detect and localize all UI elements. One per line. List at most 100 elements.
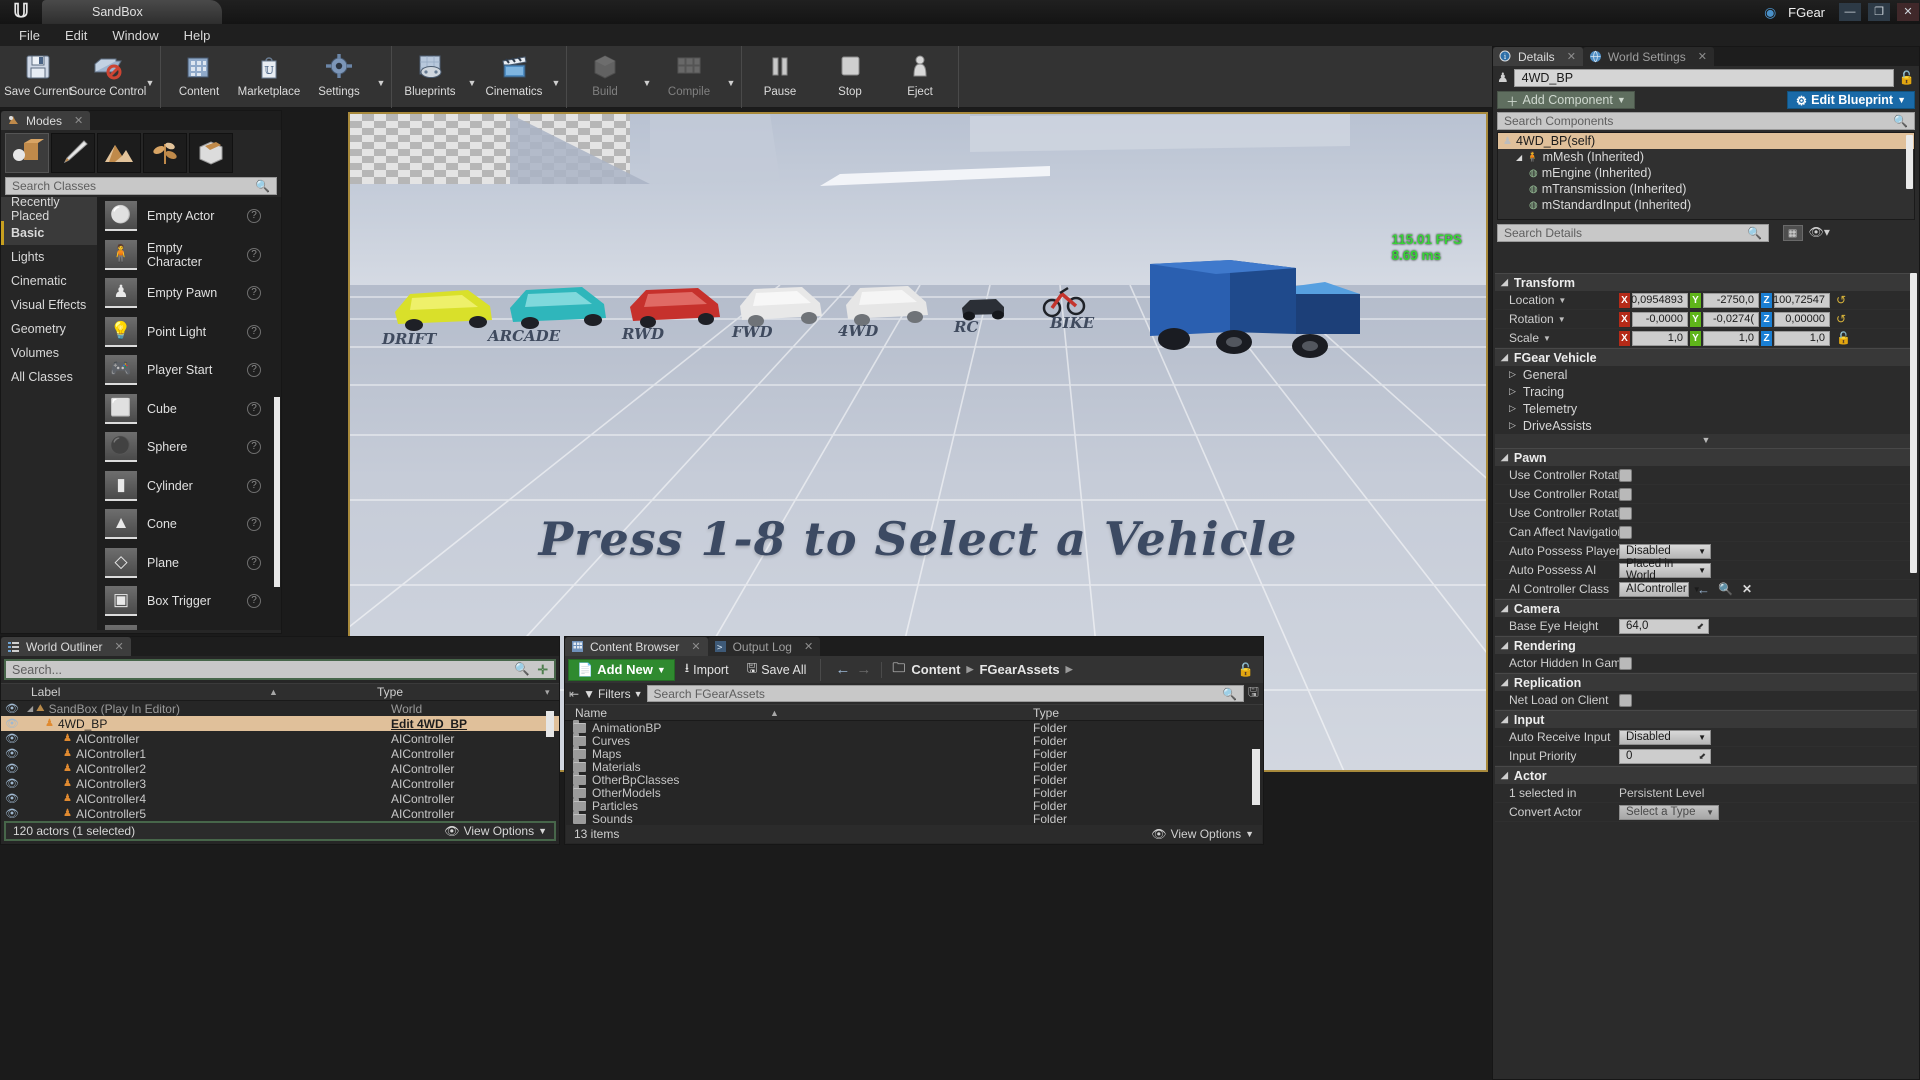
- table-row[interactable]: Sounds Folder: [565, 810, 1263, 826]
- lock-icon[interactable]: 🔓: [1899, 70, 1915, 86]
- placeable-item[interactable]: ⬜ Cube?: [97, 390, 281, 429]
- actor-name-field[interactable]: 4WD_BP: [1513, 69, 1894, 87]
- placeable-item[interactable]: ♟ Empty Pawn?: [97, 274, 281, 313]
- transform-y-field[interactable]: -2750,0: [1703, 292, 1759, 308]
- add-component-button[interactable]: ＋ Add Component ▼: [1497, 91, 1635, 109]
- grid-view-button[interactable]: ▦: [1782, 225, 1803, 241]
- transform-x-field[interactable]: 1,0: [1632, 330, 1688, 346]
- table-row[interactable]: Materials Folder: [565, 758, 1263, 774]
- placeable-item[interactable]: ▲ Cone?: [97, 505, 281, 544]
- tab-content-browser[interactable]: Content Browser ✕: [565, 637, 708, 656]
- pawn-checkbox[interactable]: [1619, 506, 1632, 520]
- input-priority-field[interactable]: 0 ⬋: [1619, 748, 1711, 764]
- placeable-item[interactable]: ⚫ Sphere?: [97, 428, 281, 467]
- help-icon[interactable]: ?: [247, 555, 261, 570]
- place-mode-button[interactable]: [5, 133, 49, 173]
- column-type[interactable]: Type: [377, 685, 545, 699]
- table-row[interactable]: Curves Folder: [565, 732, 1263, 748]
- placeable-item[interactable]: ▮ Cylinder?: [97, 467, 281, 506]
- table-row[interactable]: 👁 ♟ AIController3 AIController: [1, 776, 559, 791]
- column-options-icon[interactable]: ▾: [545, 687, 559, 698]
- close-icon[interactable]: ✕: [74, 114, 83, 127]
- menu-help[interactable]: Help: [173, 26, 222, 45]
- section-replication[interactable]: ◢ Replication: [1495, 673, 1917, 691]
- close-icon[interactable]: ✕: [804, 640, 813, 653]
- settings-dropdown[interactable]: ▼: [374, 78, 388, 88]
- chevron-down-icon[interactable]: ▼: [1558, 296, 1566, 305]
- placeable-item[interactable]: ◇ Plane?: [97, 544, 281, 583]
- close-button[interactable]: ✕: [1897, 3, 1919, 21]
- minimize-button[interactable]: —: [1839, 3, 1861, 21]
- placeable-item[interactable]: 🧍 Empty Character?: [97, 236, 281, 275]
- visibility-toggle-icon[interactable]: 👁: [1, 807, 23, 820]
- table-row[interactable]: 👁 ♟ AIController5 AIController: [1, 806, 559, 821]
- blueprints-button[interactable]: Blueprints: [395, 46, 465, 106]
- filters-button[interactable]: ▼ Filters ▼: [583, 687, 642, 701]
- section-input[interactable]: ◢ Input: [1495, 710, 1917, 728]
- geometry-edit-mode-button[interactable]: [189, 133, 233, 173]
- clear-asset-icon[interactable]: ✕: [1742, 582, 1752, 596]
- help-icon[interactable]: ?: [247, 440, 261, 455]
- actor-hidden-in-game-checkbox[interactable]: [1619, 656, 1632, 670]
- component-scrollbar[interactable]: [1906, 135, 1913, 189]
- paint-mode-button[interactable]: [51, 133, 95, 173]
- chevron-down-icon[interactable]: ▼: [1543, 334, 1551, 343]
- visibility-toggle-icon[interactable]: 👁: [1, 702, 23, 715]
- chevron-down-icon[interactable]: ▼: [1558, 315, 1566, 324]
- cinematics-dropdown[interactable]: ▼: [549, 78, 563, 88]
- component-tree[interactable]: ♟ 4WD_BP(self) ◢ 🧍 mMesh (Inherited) ◍ mEngine…: [1497, 132, 1915, 220]
- lock-ratio-icon[interactable]: 🔓: [1836, 331, 1851, 345]
- tab-modes[interactable]: Modes ✕: [1, 111, 91, 130]
- outliner-view-options-button[interactable]: 👁 View Options ▼: [444, 824, 547, 838]
- help-icon[interactable]: ?: [247, 209, 261, 224]
- save-current-button[interactable]: Save Current: [3, 46, 73, 106]
- component-row[interactable]: ♟ 4WD_BP(self): [1498, 133, 1914, 149]
- search-components-input[interactable]: Search Components 🔍: [1497, 112, 1915, 130]
- transform-x-field[interactable]: -0,0000: [1632, 311, 1688, 327]
- table-row[interactable]: Maps Folder: [565, 745, 1263, 761]
- menu-window[interactable]: Window: [101, 26, 169, 45]
- compile-dropdown[interactable]: ▼: [724, 78, 738, 88]
- expander-icon[interactable]: ◢: [1516, 153, 1522, 162]
- convert-actor-select[interactable]: Select a Type ▼: [1619, 804, 1719, 820]
- sources-toggle-icon[interactable]: ⇤: [569, 687, 579, 701]
- base-eye-height-field[interactable]: 64,0 ⬋: [1619, 618, 1709, 634]
- drag-handle-icon[interactable]: ⬋: [1698, 751, 1706, 762]
- help-icon[interactable]: ?: [247, 594, 261, 609]
- placeable-item[interactable]: ⚪ Empty Actor?: [97, 197, 281, 236]
- sidebar-item-lights[interactable]: Lights: [1, 245, 97, 269]
- pawn-checkbox[interactable]: [1619, 468, 1632, 482]
- section-pawn[interactable]: ◢ Pawn: [1495, 448, 1917, 466]
- search-details-input[interactable]: Search Details 🔍: [1497, 224, 1769, 242]
- foliage-mode-button[interactable]: [143, 133, 187, 173]
- table-row[interactable]: 👁 ♟ AIController4 AIController: [1, 791, 559, 806]
- pause-button[interactable]: Pause: [745, 46, 815, 106]
- sidebar-item-recently-placed[interactable]: Recently Placed: [1, 197, 97, 223]
- compile-button[interactable]: Compile: [654, 46, 724, 106]
- settings-button[interactable]: Settings: [304, 46, 374, 106]
- sidebar-item-all-classes[interactable]: All Classes: [1, 365, 97, 389]
- placeable-item[interactable]: ▣ Box Trigger?: [97, 582, 281, 621]
- lock-icon[interactable]: 🔓: [1238, 662, 1254, 678]
- nav-forward-button[interactable]: →: [856, 661, 871, 678]
- help-icon[interactable]: ?: [247, 478, 261, 493]
- eject-button[interactable]: Eject: [885, 46, 955, 106]
- placeable-scrollbar[interactable]: [274, 397, 280, 587]
- breadcrumb-fgearassets[interactable]: FGearAssets: [979, 662, 1059, 677]
- close-icon[interactable]: ✕: [1698, 50, 1707, 63]
- build-dropdown[interactable]: ▼: [640, 78, 654, 88]
- details-properties[interactable]: ◢ Transform Location ▼ X 0,0954893 Y -2750,0 Z…: [1495, 273, 1917, 1077]
- reset-to-default-icon[interactable]: ↺: [1836, 293, 1846, 307]
- transform-y-field[interactable]: -0,0274(: [1703, 311, 1759, 327]
- sidebar-item-cinematic[interactable]: Cinematic: [1, 269, 97, 293]
- component-row[interactable]: ◍ mTransmission (Inherited): [1498, 181, 1914, 197]
- table-row[interactable]: OtherModels Folder: [565, 784, 1263, 800]
- browse-asset-icon[interactable]: 🔍: [1718, 582, 1733, 596]
- placeable-item[interactable]: ◍Sphere Trigger?: [97, 621, 281, 630]
- auto-possess-player-select[interactable]: Disabled ▼: [1619, 543, 1711, 559]
- subsection-telemetry[interactable]: ▷ Telemetry: [1495, 400, 1917, 417]
- component-row[interactable]: ◍ mStandardInput (Inherited): [1498, 197, 1914, 213]
- reset-to-default-icon[interactable]: ↺: [1836, 312, 1846, 326]
- help-icon[interactable]: ?: [247, 286, 261, 301]
- placeable-list[interactable]: ⚪ Empty Actor? 🧍 Empty Character? ♟ Empty Paw…: [97, 197, 281, 630]
